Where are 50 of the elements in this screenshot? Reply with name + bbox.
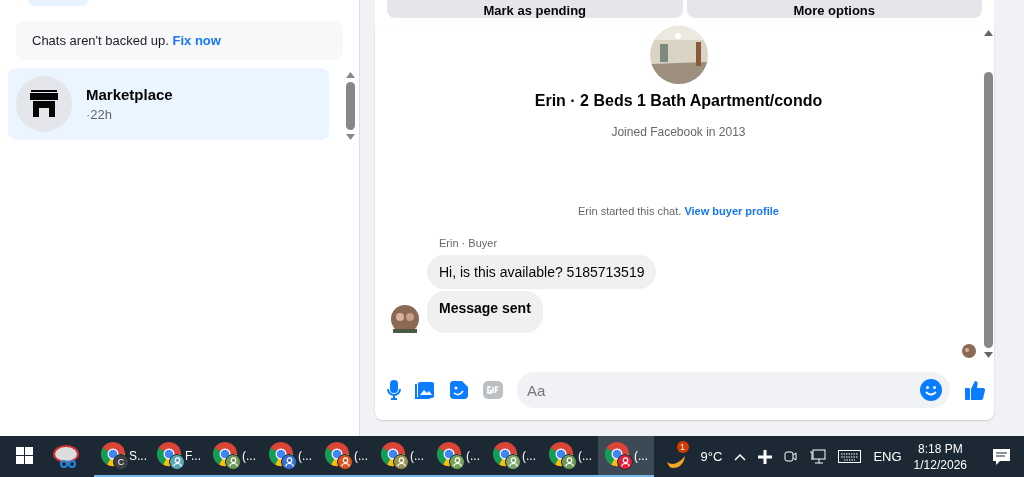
joined-text: Joined Facebook in 2013 [611,125,746,139]
sticker-icon[interactable] [449,380,469,400]
sender-label: Erin · Buyer [439,237,499,249]
taskbar-app[interactable]: C S... [94,436,150,477]
scroll-down-icon[interactable] [345,134,355,140]
buyer-profile-link[interactable]: View buyer profile [684,205,779,217]
notifications-icon[interactable] [993,448,1010,465]
backup-notice: Chats aren't backed up. Fix now [16,21,343,60]
network-icon[interactable] [809,449,827,464]
taskbar-app[interactable]: (... [206,436,262,477]
language-indicator[interactable]: ENG [873,449,902,464]
fix-now-link[interactable]: Fix now [172,33,221,48]
chat-item[interactable]: Marketplace ·22h [8,68,329,140]
clock[interactable]: 8:18 PM 1/12/2026 [913,440,967,473]
taskbar-app[interactable]: (... [262,436,318,477]
scroll-up-icon[interactable] [345,72,355,78]
taskbar-app[interactable]: (... [318,436,374,477]
message-bubble: Message sent [427,291,543,333]
microphone-icon[interactable] [387,380,401,400]
store-icon [28,89,60,119]
system-message: Erin started this chat. View buyer profile [578,205,779,217]
scroll-up-icon[interactable] [983,30,993,36]
keyboard-icon[interactable] [838,450,862,463]
message-bubble: Hi, is this available? 5185713519 [427,255,657,289]
taskbar-app[interactable]: (... [374,436,430,477]
chat-title: Erin · 2 Beds 1 Bath Apartment/condo [534,92,823,110]
photo-icon[interactable] [415,380,435,400]
action-button[interactable]: More options [686,0,982,18]
emoji-icon[interactable] [920,379,942,401]
chat-name: Marketplace [86,86,173,103]
action-button[interactable]: Mark as pending [387,0,683,18]
scroll-down-icon[interactable] [983,352,993,358]
taskbar-app[interactable]: (... [430,436,486,477]
temperature: 9°C [700,449,723,464]
chat-time: ·22h [86,107,114,122]
chat-avatar [28,0,88,6]
camera-icon[interactable] [784,449,798,464]
notification-count: 1 [676,440,689,453]
plus-icon[interactable] [758,449,773,464]
sender-avatar [391,305,419,333]
scrollbar[interactable] [345,72,355,140]
chevron-up-icon[interactable] [734,452,747,461]
taskbar-app[interactable]: (... [486,436,542,477]
taskbar-app[interactable]: F... [150,436,206,477]
message-field[interactable]: Aa [517,372,950,408]
taskbar-app[interactable]: (... [598,436,654,477]
seen-avatar [962,344,976,358]
scissors-icon [52,442,80,469]
windows-icon[interactable] [16,447,33,464]
thumbs-up-icon[interactable] [964,379,986,401]
